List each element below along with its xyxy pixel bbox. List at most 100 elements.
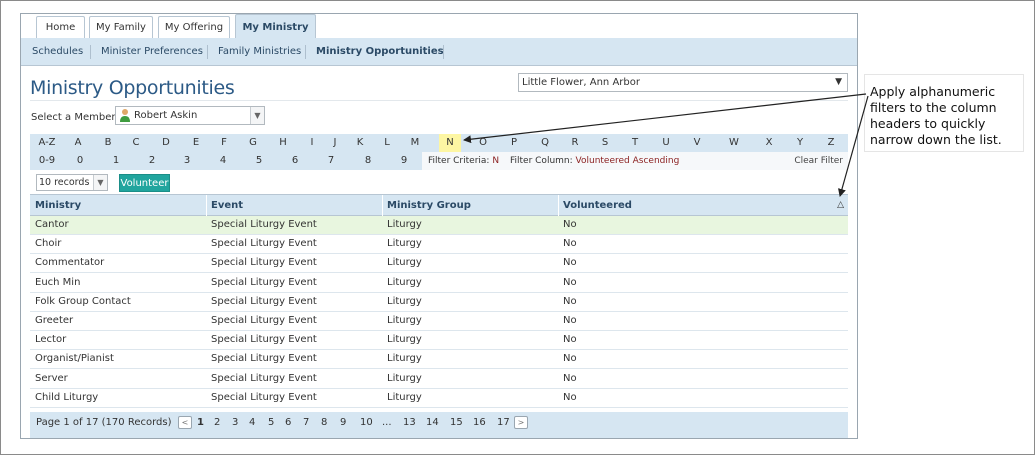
filter-key-c[interactable]: C — [126, 134, 146, 152]
filter-key-m[interactable]: M — [405, 134, 425, 152]
filter-key-i[interactable]: I — [302, 134, 322, 152]
column-header-ministry-group[interactable]: Ministry Group — [382, 195, 558, 216]
filter-key-h[interactable]: H — [273, 134, 293, 152]
filter-column: Filter Column: Volunteered Ascending — [510, 156, 680, 166]
table-row[interactable]: Greeter Special Liturgy Event Liturgy No — [30, 312, 848, 331]
page-link-13[interactable]: 13 — [403, 412, 416, 434]
filter-key-9[interactable]: 9 — [392, 152, 416, 170]
pager-info: Page 1 of 17 (170 Records) — [36, 417, 172, 428]
column-header-event[interactable]: Event — [206, 195, 382, 216]
volunteer-button[interactable]: Volunteer — [119, 174, 170, 192]
cell-ministry-group: Liturgy — [387, 257, 422, 269]
column-header-volunteered[interactable]: Volunteered — [558, 195, 848, 216]
filter-key-3[interactable]: 3 — [175, 152, 199, 170]
subnav-divider — [207, 45, 208, 59]
table-row[interactable]: Server Special Liturgy Event Liturgy No — [30, 369, 848, 389]
filter-key-8[interactable]: 8 — [356, 152, 380, 170]
filter-key-p[interactable]: P — [504, 134, 524, 152]
page-link-16[interactable]: 16 — [473, 412, 486, 434]
filter-key-a[interactable]: A — [68, 134, 88, 152]
page-link-17[interactable]: 17 — [497, 412, 510, 434]
page-link-5[interactable]: 5 — [268, 412, 274, 434]
cell-ministry-group: Liturgy — [387, 295, 422, 307]
parish-select[interactable]: Little Flower, Ann Arbor ▼ — [518, 73, 848, 92]
cell-ministry: Euch Min — [35, 276, 81, 288]
subnav-minister-preferences[interactable]: Minister Preferences — [101, 38, 203, 66]
filter-key-o[interactable]: O — [473, 134, 493, 152]
filter-key-j[interactable]: J — [325, 134, 345, 152]
filter-key-l[interactable]: L — [377, 134, 397, 152]
filter-key-5[interactable]: 5 — [247, 152, 271, 170]
page-link-15[interactable]: 15 — [450, 412, 463, 434]
tab-my-offering[interactable]: My Offering — [158, 16, 230, 39]
page-link-2[interactable]: 2 — [214, 412, 220, 434]
subnav-ministry-opportunities[interactable]: Ministry Opportunities — [316, 38, 444, 66]
table-row[interactable]: Lector Special Liturgy Event Liturgy No — [30, 331, 848, 351]
clear-filter-link[interactable]: Clear Filter — [794, 152, 843, 170]
cell-event: Special Liturgy Event — [211, 257, 317, 269]
member-select-value: Robert Askin — [134, 110, 198, 121]
sort-ascending-icon[interactable]: △ — [837, 200, 844, 210]
table-row[interactable]: Commentator Special Liturgy Event Liturgy N… — [30, 254, 848, 274]
filter-key-k[interactable]: K — [350, 134, 370, 152]
filter-key-w[interactable]: W — [724, 134, 744, 152]
filter-key-z[interactable]: Z — [821, 134, 841, 152]
tab-home[interactable]: Home — [36, 16, 85, 39]
cell-event: Special Liturgy Event — [211, 219, 317, 230]
column-header-ministry[interactable]: Ministry — [30, 195, 206, 216]
page-link-6[interactable]: 6 — [285, 412, 291, 434]
records-per-page-select[interactable]: 10 records ▼ — [36, 174, 108, 191]
filter-key-1[interactable]: 1 — [104, 152, 128, 170]
filter-key-6[interactable]: 6 — [283, 152, 307, 170]
filter-key-b[interactable]: B — [98, 134, 118, 152]
member-label: Select a Member: — [31, 112, 119, 123]
subnav-schedules[interactable]: Schedules — [32, 38, 83, 66]
table-row[interactable]: Child Liturgy Special Liturgy Event Liturg… — [30, 388, 848, 408]
filter-key-0-9[interactable]: 0-9 — [35, 152, 59, 170]
filter-key-s[interactable]: S — [595, 134, 615, 152]
member-select[interactable]: Robert Askin ▼ — [115, 106, 265, 125]
cell-ministry: Organist/Pianist — [35, 353, 114, 365]
filter-key-0[interactable]: 0 — [68, 152, 92, 170]
page-link-7[interactable]: 7 — [303, 412, 309, 434]
table-row[interactable]: Folk Group Contact Special Liturgy Event L… — [30, 292, 848, 312]
page-link-4[interactable]: 4 — [249, 412, 255, 434]
filter-key-y[interactable]: Y — [790, 134, 810, 152]
page-link-1[interactable]: 1 — [197, 412, 204, 434]
sub-navigation: Schedules Minister Preferences Family Mi… — [21, 38, 857, 66]
filter-key-4[interactable]: 4 — [211, 152, 235, 170]
title-divider — [30, 100, 848, 101]
table-row[interactable]: Choir Special Liturgy Event Liturgy No — [30, 235, 848, 255]
filter-key-r[interactable]: R — [565, 134, 585, 152]
filter-key-d[interactable]: D — [156, 134, 176, 152]
filter-key-a-z[interactable]: A-Z — [37, 134, 57, 152]
filter-key-u[interactable]: U — [656, 134, 676, 152]
filter-key-t[interactable]: T — [625, 134, 645, 152]
cell-ministry: Lector — [35, 334, 67, 346]
filter-key-q[interactable]: Q — [535, 134, 555, 152]
next-page-icon[interactable]: > — [514, 416, 528, 429]
chevron-down-icon: ▼ — [93, 175, 107, 190]
page-link-3[interactable]: 3 — [232, 412, 238, 434]
tab-my-family[interactable]: My Family — [89, 16, 153, 39]
page-link-10[interactable]: 10 — [360, 412, 373, 434]
filter-key-x[interactable]: X — [759, 134, 779, 152]
table-row[interactable]: Organist/Pianist Special Liturgy Event Lit… — [30, 350, 848, 370]
tab-my-ministry[interactable]: My Ministry — [235, 14, 316, 39]
filter-key-v[interactable]: V — [687, 134, 707, 152]
table-row[interactable]: Euch Min Special Liturgy Event Liturgy No — [30, 273, 848, 293]
subnav-family-ministries[interactable]: Family Ministries — [218, 38, 301, 66]
filter-key-2[interactable]: 2 — [140, 152, 164, 170]
filter-key-e[interactable]: E — [186, 134, 206, 152]
filter-key-f[interactable]: F — [214, 134, 234, 152]
page-link-8[interactable]: 8 — [321, 412, 327, 434]
page-link-14[interactable]: 14 — [426, 412, 439, 434]
filter-key-7[interactable]: 7 — [319, 152, 343, 170]
page-link-9[interactable]: 9 — [340, 412, 346, 434]
table-row[interactable]: Cantor Special Liturgy Event Liturgy No — [30, 216, 848, 235]
cell-ministry-group: Liturgy — [387, 238, 422, 250]
cell-ministry: Commentator — [35, 257, 105, 269]
filter-key-n[interactable]: N — [439, 134, 461, 152]
previous-page-icon[interactable]: < — [178, 416, 192, 429]
filter-key-g[interactable]: G — [243, 134, 263, 152]
